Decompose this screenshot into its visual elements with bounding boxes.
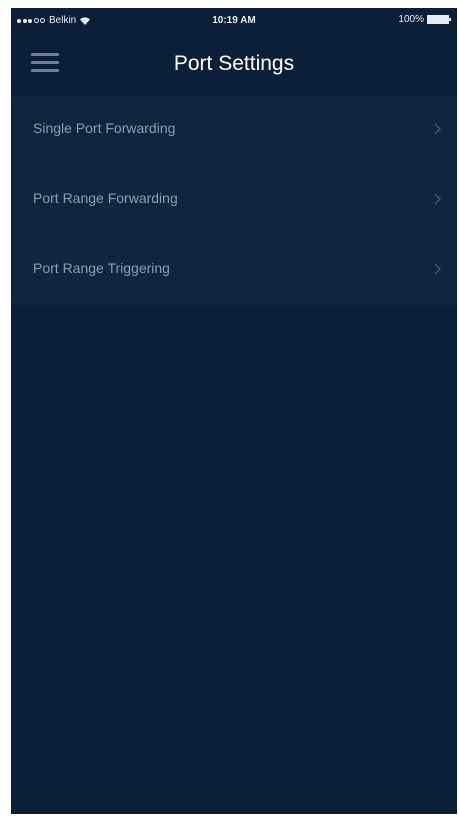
- port-settings-list: Single Port Forwarding Port Range Forwar…: [11, 96, 457, 306]
- list-item-port-range-forwarding[interactable]: Port Range Forwarding: [11, 166, 457, 236]
- list-item-port-range-triggering[interactable]: Port Range Triggering: [11, 236, 457, 306]
- list-item-label: Port Range Triggering: [33, 260, 170, 276]
- list-item-single-port-forwarding[interactable]: Single Port Forwarding: [11, 96, 457, 166]
- status-bar: Belkin 10:19 AM 100%: [11, 8, 457, 34]
- status-right: 100%: [398, 14, 451, 25]
- battery-icon: [427, 15, 451, 24]
- app-screen: Belkin 10:19 AM 100% Port Settings Singl…: [11, 8, 457, 814]
- page-title: Port Settings: [173, 52, 295, 75]
- list-item-label: Port Range Forwarding: [33, 190, 178, 206]
- chevron-right-icon: [434, 263, 441, 275]
- status-time: 10:19 AM: [212, 15, 256, 26]
- chevron-right-icon: [434, 193, 441, 205]
- list-item-label: Single Port Forwarding: [33, 120, 176, 136]
- battery-percentage: 100%: [398, 14, 424, 25]
- navigation-bar: Port Settings: [11, 34, 457, 94]
- chevron-right-icon: [434, 123, 441, 135]
